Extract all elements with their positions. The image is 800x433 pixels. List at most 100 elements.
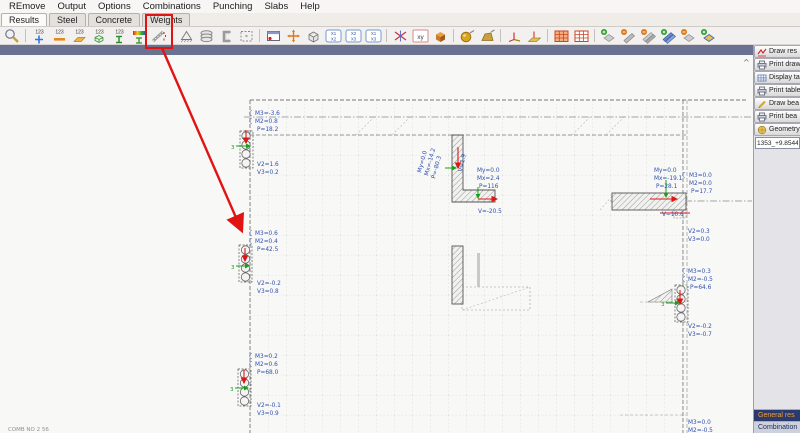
svg-text:M3=0.2: M3=0.2 — [255, 354, 278, 360]
numbers-slab-icon[interactable]: 123 — [69, 27, 89, 44]
isometric-icon[interactable] — [303, 27, 323, 44]
draw-results-button[interactable]: Draw res — [754, 45, 800, 58]
menu-help[interactable]: Help — [294, 1, 326, 12]
svg-text:X3: X3 — [350, 36, 356, 41]
remove-beams-icon[interactable] — [638, 27, 658, 44]
axis-label: 3 — [230, 387, 234, 393]
application-window: REmove Output Options Combinations Punch… — [0, 0, 800, 433]
menu-output[interactable]: Output — [51, 1, 92, 12]
numbers-beam-icon[interactable]: 123 — [49, 27, 69, 44]
section-general-results[interactable]: General res — [754, 409, 800, 421]
window-icon[interactable] — [263, 27, 283, 44]
center-wall[interactable] — [452, 246, 463, 304]
printer-icon — [757, 86, 767, 96]
add-node-icon[interactable] — [598, 27, 618, 44]
geometry-button[interactable]: Geometry — [754, 123, 800, 136]
dimension-lines-icon[interactable] — [149, 27, 169, 44]
svg-text:Mx=-19.1: Mx=-19.1 — [654, 176, 683, 182]
svg-text:M2=0.4: M2=0.4 — [255, 239, 278, 245]
numbers-solid-icon[interactable]: 123 — [89, 27, 109, 44]
printer-icon — [757, 60, 767, 70]
menu-combinations[interactable]: Combinations — [137, 1, 207, 12]
svg-text:M2=-0.5: M2=-0.5 — [688, 428, 713, 433]
zoom-icon[interactable] — [2, 27, 22, 44]
plane-xy-icon[interactable]: xy — [410, 27, 430, 44]
panel-grid-icon[interactable] — [551, 27, 571, 44]
axis-label: 3 — [231, 145, 235, 151]
slab-plan-drawing: 3 3 3 3 M3=-3.6 M2=0.8 P=18.2 V2=1.6 V3=… — [0, 55, 753, 433]
svg-text:123: 123 — [115, 29, 124, 35]
tab-concrete[interactable]: Concrete — [88, 13, 141, 26]
coordinate-field[interactable] — [755, 137, 800, 149]
remove-node-icon[interactable] — [678, 27, 698, 44]
tab-steel[interactable]: Steel — [49, 13, 86, 26]
tab-results[interactable]: Results — [1, 13, 47, 26]
svg-text:My=0.0: My=0.0 — [654, 168, 677, 174]
right-wall[interactable] — [612, 193, 686, 210]
view-x2x3-icon[interactable]: X2X3 — [343, 27, 363, 44]
selection-icon[interactable] — [236, 27, 256, 44]
svg-text:V3=-0.7: V3=-0.7 — [688, 332, 712, 338]
axis-label: 3 — [661, 302, 665, 308]
axis-label: 3 — [231, 265, 235, 271]
local-axes-icon[interactable] — [504, 27, 524, 44]
print-drawing-button[interactable]: Print draw — [754, 58, 800, 71]
move-icon[interactable] — [283, 27, 303, 44]
svg-text:P=68.0: P=68.0 — [257, 370, 279, 376]
scroll-up-arrow[interactable]: ^ — [743, 58, 750, 67]
view-x1x2-icon[interactable]: X1X2 — [323, 27, 343, 44]
spring-icon[interactable] — [196, 27, 216, 44]
render-sphere-icon[interactable] — [457, 27, 477, 44]
support-icon[interactable] — [176, 27, 196, 44]
svg-text:P=18.2: P=18.2 — [257, 127, 279, 133]
svg-text:123: 123 — [55, 29, 64, 35]
svg-text:123: 123 — [35, 29, 44, 35]
menu-slabs[interactable]: Slabs — [258, 1, 294, 12]
svg-text:X2: X2 — [350, 31, 356, 36]
svg-text:V3=0.0: V3=0.0 — [688, 237, 710, 243]
svg-text:X3: X3 — [370, 36, 376, 41]
svg-text:P=17.7: P=17.7 — [691, 189, 713, 195]
panel-frame-icon[interactable] — [571, 27, 591, 44]
menu-punching[interactable]: Punching — [207, 1, 259, 12]
section-icon[interactable] — [216, 27, 236, 44]
svg-text:X2: X2 — [330, 36, 336, 41]
svg-text:X1: X1 — [370, 31, 376, 36]
view-x1x3-icon[interactable]: X1X3 — [363, 27, 383, 44]
print-beams-button[interactable]: Print bea — [754, 110, 800, 123]
menu-remove[interactable]: REmove — [3, 1, 51, 12]
local-plane-icon[interactable] — [524, 27, 544, 44]
tab-row: Results Steel Concrete Weights — [0, 13, 800, 27]
numbers-section-icon[interactable]: 123 — [109, 27, 129, 44]
draw-results-icon — [757, 47, 767, 57]
svg-text:M3=0.6: M3=0.6 — [255, 231, 278, 237]
axes-cross-icon[interactable] — [390, 27, 410, 44]
svg-text:123: 123 — [95, 29, 104, 35]
svg-text:P=116: P=116 — [479, 184, 499, 190]
add-slab-icon[interactable] — [698, 27, 718, 44]
results-side-panel: Draw res Print draw Display ta Print tab… — [753, 45, 800, 433]
svg-text:M3=0.0: M3=0.0 — [688, 420, 711, 426]
svg-text:My=0.0: My=0.0 — [477, 168, 500, 174]
section-combination[interactable]: Combination — [754, 421, 800, 433]
svg-text:V=-20.5: V=-20.5 — [478, 209, 502, 215]
svg-text:V3=0.8: V3=0.8 — [257, 289, 279, 295]
svg-text:xy: xy — [417, 34, 424, 41]
drawing-canvas[interactable]: 3 3 3 3 M3=-3.6 M2=0.8 P=18.2 V2=1.6 V3=… — [0, 55, 753, 433]
svg-text:M3=0.3: M3=0.3 — [688, 269, 711, 275]
print-table-button[interactable]: Print table — [754, 84, 800, 97]
add-beams-icon[interactable] — [658, 27, 678, 44]
render-cone-icon[interactable] — [477, 27, 497, 44]
drawing-window-titlebar[interactable] — [0, 45, 753, 55]
svg-text:M3=0.0: M3=0.0 — [689, 173, 712, 179]
draw-beams-button[interactable]: Draw bea — [754, 97, 800, 110]
printer-icon — [757, 112, 767, 122]
menu-bar: REmove Output Options Combinations Punch… — [0, 0, 800, 13]
tab-weights[interactable]: Weights — [142, 13, 190, 26]
remove-beam-icon[interactable] — [618, 27, 638, 44]
menu-options[interactable]: Options — [92, 1, 137, 12]
solid-cube-icon[interactable] — [430, 27, 450, 44]
results-gradient-icon[interactable] — [129, 27, 149, 44]
numbers-node-icon[interactable]: 123 — [29, 27, 49, 44]
display-table-button[interactable]: Display ta — [754, 71, 800, 84]
